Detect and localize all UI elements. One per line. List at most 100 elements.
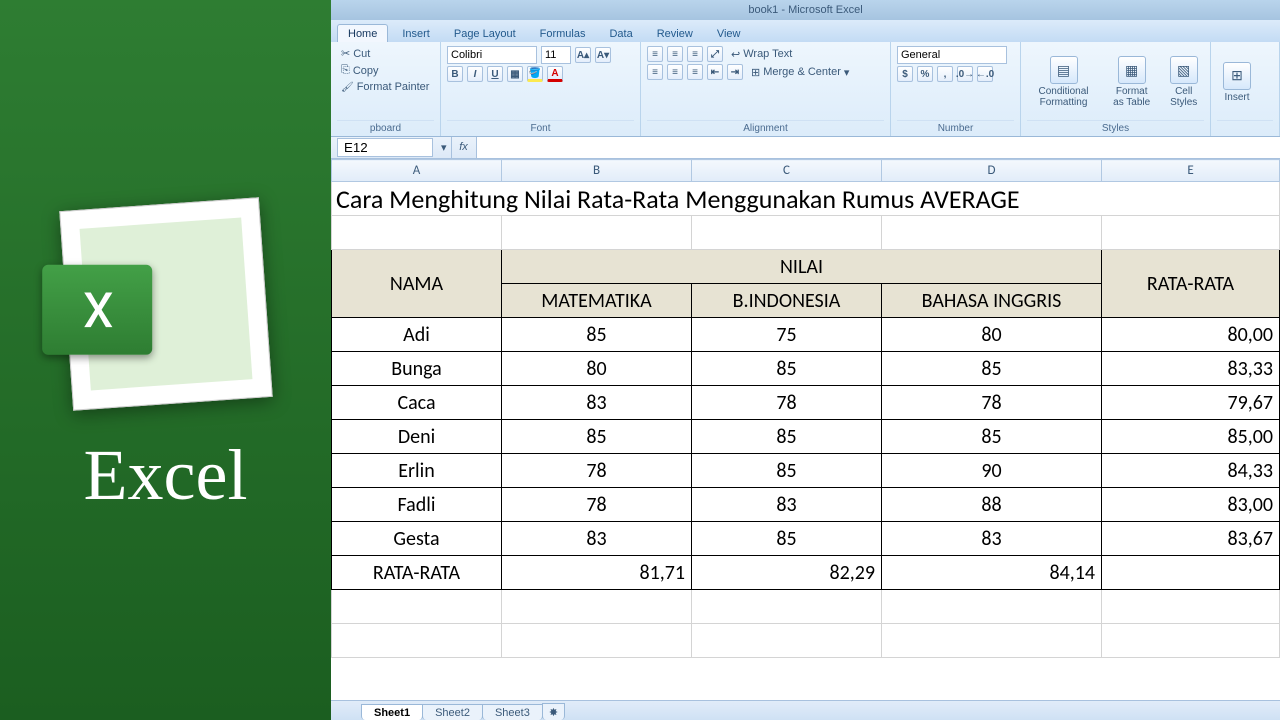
- font-size-selector[interactable]: [541, 46, 571, 64]
- group-label: Styles: [1027, 120, 1204, 134]
- ribbon: Cut Copy Format Painter pboard A▴ A▾ B I…: [331, 42, 1280, 137]
- thumbnail-overlay: Excel: [0, 0, 331, 720]
- ribbon-tab-view[interactable]: View: [707, 25, 751, 42]
- font-color-button[interactable]: A: [547, 66, 563, 82]
- percent-button[interactable]: %: [917, 66, 933, 82]
- col-header-d[interactable]: D: [882, 160, 1102, 182]
- italic-button[interactable]: I: [467, 66, 483, 82]
- wrap-icon: ↩: [731, 48, 740, 61]
- col-header-c[interactable]: C: [692, 160, 882, 182]
- window-title-bar: book1 - Microsoft Excel: [331, 0, 1280, 20]
- table-row: Fadli78838883,00: [332, 488, 1280, 522]
- ribbon-tab-formulas[interactable]: Formulas: [530, 25, 596, 42]
- name-box[interactable]: [337, 138, 433, 157]
- grow-font-button[interactable]: A▴: [575, 47, 591, 63]
- ribbon-tab-home[interactable]: Home: [337, 24, 388, 42]
- header-rata[interactable]: RATA-RATA: [1102, 250, 1280, 318]
- table-row: Erlin78859084,33: [332, 454, 1280, 488]
- increase-indent-button[interactable]: ⇥: [727, 64, 743, 80]
- ribbon-tab-page-layout[interactable]: Page Layout: [444, 25, 526, 42]
- align-middle-button[interactable]: ≡: [667, 46, 683, 62]
- conditional-formatting-button[interactable]: ▤Conditional Formatting: [1027, 54, 1100, 110]
- align-top-button[interactable]: ≡: [647, 46, 663, 62]
- name-box-dropdown-icon[interactable]: ▾: [437, 141, 451, 154]
- insert-icon: ⊞: [1223, 62, 1251, 90]
- excel-logo-icon: [59, 197, 272, 410]
- table-icon: ▦: [1118, 56, 1146, 84]
- group-label: Font: [447, 120, 634, 134]
- increase-decimal-button[interactable]: .0→: [957, 66, 973, 82]
- header-nilai[interactable]: NILAI: [502, 250, 1102, 284]
- orientation-button[interactable]: ⤢: [707, 46, 723, 62]
- align-bottom-button[interactable]: ≡: [687, 46, 703, 62]
- font-name-selector[interactable]: [447, 46, 537, 64]
- subheader-indonesia[interactable]: B.INDONESIA: [692, 284, 882, 318]
- sheet-tab-2[interactable]: Sheet2: [422, 704, 483, 720]
- underline-button[interactable]: U: [487, 66, 503, 82]
- ribbon-tab-insert[interactable]: Insert: [392, 25, 440, 42]
- shrink-font-button[interactable]: A▾: [595, 47, 611, 63]
- format-as-table-button[interactable]: ▦Format as Table: [1104, 54, 1159, 110]
- col-header-e[interactable]: E: [1102, 160, 1280, 182]
- merge-center-button[interactable]: ⊞Merge & Center ▾: [747, 65, 853, 80]
- table-row: Caca83787879,67: [332, 386, 1280, 420]
- brush-icon: [341, 81, 354, 93]
- sheet-tab-1[interactable]: Sheet1: [361, 704, 423, 720]
- sheet-title-cell[interactable]: Cara Menghitung Nilai Rata-Rata Mengguna…: [332, 182, 1280, 216]
- scissors-icon: [341, 47, 350, 60]
- group-label: Alignment: [647, 120, 884, 134]
- currency-button[interactable]: $: [897, 66, 913, 82]
- group-styles: ▤Conditional Formatting ▦Format as Table…: [1021, 42, 1211, 136]
- subheader-matematika[interactable]: MATEMATIKA: [502, 284, 692, 318]
- column-headers: A B C D E: [332, 160, 1280, 182]
- cut-button[interactable]: Cut: [337, 46, 374, 61]
- col-header-b[interactable]: B: [502, 160, 692, 182]
- table-row: Deni85858585,00: [332, 420, 1280, 454]
- copy-button[interactable]: Copy: [337, 63, 383, 78]
- group-label: pboard: [337, 120, 434, 134]
- borders-button[interactable]: ▦: [507, 66, 523, 82]
- copy-icon: [341, 64, 350, 77]
- new-sheet-button[interactable]: ✸: [542, 703, 565, 720]
- cell-styles-button[interactable]: ▧Cell Styles: [1163, 54, 1204, 110]
- cf-icon: ▤: [1050, 56, 1078, 84]
- table-row: Gesta83858383,67: [332, 522, 1280, 556]
- bold-button[interactable]: B: [447, 66, 463, 82]
- footer-label[interactable]: RATA-RATA: [332, 556, 502, 590]
- format-painter-button[interactable]: Format Painter: [337, 80, 433, 94]
- subheader-inggris[interactable]: BAHASA INGGRIS: [882, 284, 1102, 318]
- align-left-button[interactable]: ≡: [647, 64, 663, 80]
- decrease-decimal-button[interactable]: ←.0: [977, 66, 993, 82]
- group-label: [1217, 120, 1273, 134]
- align-right-button[interactable]: ≡: [687, 64, 703, 80]
- formula-bar: ▾ fx: [331, 137, 1280, 159]
- decrease-indent-button[interactable]: ⇤: [707, 64, 723, 80]
- group-number: $ % , .0→ ←.0 Number: [891, 42, 1021, 136]
- overlay-caption: Excel: [84, 434, 248, 517]
- col-header-a[interactable]: A: [332, 160, 502, 182]
- group-font: A▴ A▾ B I U ▦ 🪣 A Font: [441, 42, 641, 136]
- fill-color-button[interactable]: 🪣: [527, 66, 543, 82]
- formula-input[interactable]: [477, 137, 1280, 158]
- ribbon-tab-data[interactable]: Data: [599, 25, 642, 42]
- worksheet-area[interactable]: A B C D E Cara Menghitung Nilai Rata-Rat…: [331, 159, 1280, 700]
- excel-window: book1 - Microsoft Excel Home Insert Page…: [331, 0, 1280, 720]
- spreadsheet-grid: A B C D E Cara Menghitung Nilai Rata-Rat…: [331, 159, 1280, 658]
- ribbon-tab-review[interactable]: Review: [647, 25, 703, 42]
- number-format-selector[interactable]: [897, 46, 1007, 64]
- insert-cells-button[interactable]: ⊞Insert: [1217, 60, 1257, 105]
- ribbon-tab-strip: Home Insert Page Layout Formulas Data Re…: [331, 20, 1280, 42]
- fx-icon[interactable]: fx: [451, 137, 477, 158]
- table-row: Adi85758080,00: [332, 318, 1280, 352]
- group-clipboard: Cut Copy Format Painter pboard: [331, 42, 441, 136]
- wrap-text-button[interactable]: ↩Wrap Text: [727, 47, 796, 62]
- cell-styles-icon: ▧: [1170, 56, 1198, 84]
- header-nama[interactable]: NAMA: [332, 250, 502, 318]
- sheet-tab-3[interactable]: Sheet3: [482, 704, 543, 720]
- sheet-tab-bar: Sheet1 Sheet2 Sheet3 ✸: [331, 700, 1280, 720]
- align-center-button[interactable]: ≡: [667, 64, 683, 80]
- group-label: Number: [897, 120, 1014, 134]
- group-cells: ⊞Insert: [1211, 42, 1280, 136]
- comma-button[interactable]: ,: [937, 66, 953, 82]
- group-alignment: ≡ ≡ ≡ ⤢ ↩Wrap Text ≡ ≡ ≡ ⇤ ⇥ ⊞Merge & Ce…: [641, 42, 891, 136]
